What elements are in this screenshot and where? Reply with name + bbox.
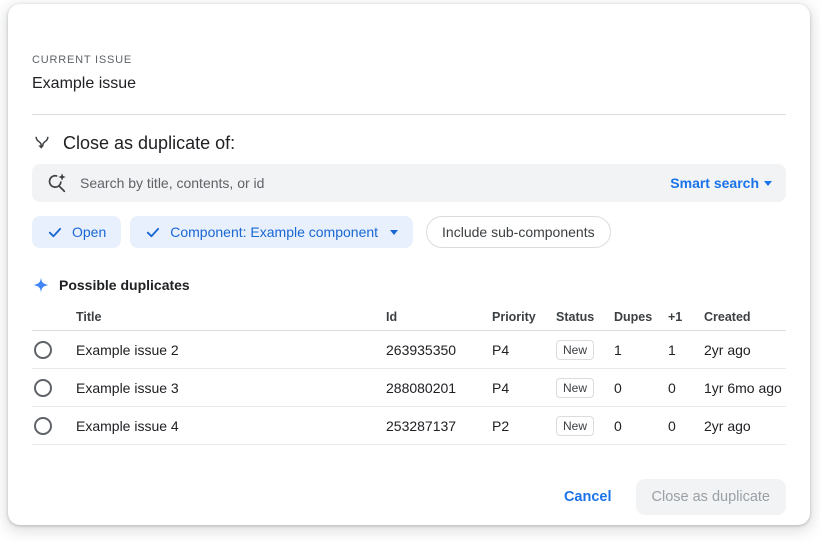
cell-title: Example issue 4: [76, 418, 386, 434]
search-input[interactable]: [80, 175, 658, 191]
close-as-duplicate-dialog: CURRENT ISSUE Example issue Close as dup…: [8, 4, 810, 525]
col-header-status: Status: [556, 310, 614, 324]
section-header: Close as duplicate of:: [32, 133, 786, 154]
status-badge: New: [556, 416, 594, 436]
divider: [32, 114, 786, 115]
table-row[interactable]: Example issue 4 253287137 P2 New 0 0 2yr…: [32, 407, 786, 445]
row-radio-button[interactable]: [34, 341, 52, 359]
chevron-down-icon: [390, 230, 398, 235]
cell-priority: P4: [492, 380, 556, 396]
cell-plus-one: 0: [668, 380, 704, 396]
table-row[interactable]: Example issue 2 263935350 P4 New 1 1 2yr…: [32, 331, 786, 369]
table-row[interactable]: Example issue 3 288080201 P4 New 0 0 1yr…: [32, 369, 786, 407]
smart-search-icon: [46, 172, 68, 194]
include-subcomponents-toggle[interactable]: Include sub-components: [426, 216, 611, 248]
possible-duplicates-header: Possible duplicates: [32, 276, 786, 294]
cell-priority: P4: [492, 342, 556, 358]
row-radio-button[interactable]: [34, 379, 52, 397]
cell-plus-one: 0: [668, 418, 704, 434]
check-icon: [145, 224, 161, 240]
cell-id: 288080201: [386, 380, 492, 396]
cell-created: 2yr ago: [704, 342, 786, 358]
col-header-dupes: Dupes: [614, 310, 668, 324]
col-header-priority: Priority: [492, 310, 556, 324]
table-header-row: Title Id Priority Status Dupes +1 Create…: [32, 303, 786, 331]
duplicate-search-bar[interactable]: Smart search: [32, 164, 786, 202]
cell-dupes: 0: [614, 380, 668, 396]
status-badge: New: [556, 378, 594, 398]
smart-search-dropdown[interactable]: Smart search: [670, 175, 772, 191]
filter-chip-component[interactable]: Component: Example component: [130, 216, 413, 248]
cell-plus-one: 1: [668, 342, 704, 358]
col-header-plus-one: +1: [668, 310, 704, 324]
merge-icon: [32, 134, 52, 154]
filter-chip-open[interactable]: Open: [32, 216, 121, 248]
chip-component-label: Component: Example component: [170, 224, 378, 240]
cell-id: 253287137: [386, 418, 492, 434]
include-subcomponents-label: Include sub-components: [442, 224, 595, 240]
section-title: Close as duplicate of:: [63, 133, 235, 154]
cell-dupes: 0: [614, 418, 668, 434]
cell-title: Example issue 3: [76, 380, 386, 396]
cancel-button[interactable]: Cancel: [552, 481, 624, 513]
col-header-id: Id: [386, 310, 492, 324]
cell-title: Example issue 2: [76, 342, 386, 358]
col-header-created: Created: [704, 310, 786, 324]
smart-search-label: Smart search: [670, 175, 759, 191]
check-icon: [47, 224, 63, 240]
row-radio-button[interactable]: [34, 417, 52, 435]
filter-chips-row: Open Component: Example component Includ…: [32, 216, 786, 248]
col-header-title: Title: [76, 310, 386, 324]
cell-dupes: 1: [614, 342, 668, 358]
possible-duplicates-label: Possible duplicates: [59, 277, 190, 293]
cell-created: 1yr 6mo ago: [704, 380, 786, 396]
cell-created: 2yr ago: [704, 418, 786, 434]
cell-id: 263935350: [386, 342, 492, 358]
chip-open-label: Open: [72, 224, 106, 240]
dialog-footer: Cancel Close as duplicate: [32, 479, 786, 515]
chevron-down-icon: [764, 181, 772, 186]
close-as-duplicate-button[interactable]: Close as duplicate: [636, 479, 787, 515]
duplicates-table: Title Id Priority Status Dupes +1 Create…: [32, 303, 786, 445]
current-issue-title: Example issue: [32, 75, 786, 93]
current-issue-label: CURRENT ISSUE: [32, 54, 786, 66]
cell-priority: P2: [492, 418, 556, 434]
sparkle-icon: [32, 276, 50, 294]
status-badge: New: [556, 340, 594, 360]
